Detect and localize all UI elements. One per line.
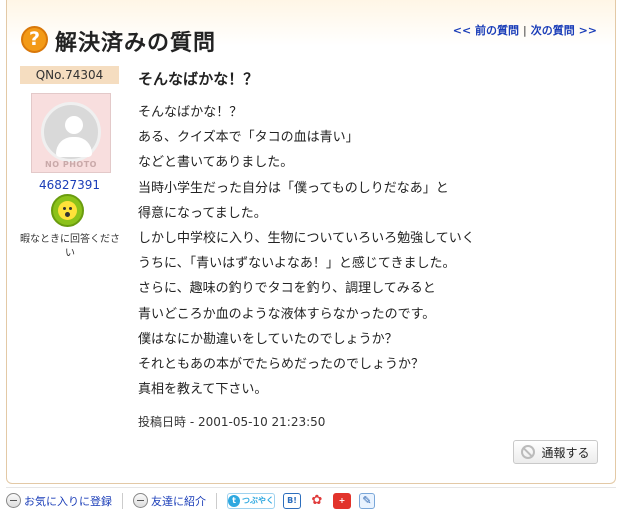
question-icon: ? xyxy=(21,26,48,53)
question-title: そんなばかな！？ xyxy=(138,70,259,88)
google-bookmark-icon[interactable]: + xyxy=(333,492,351,509)
no-entry-icon xyxy=(521,445,536,459)
add-favorite-label: お気に入りに登録 xyxy=(24,494,112,508)
livedoor-clip-icon[interactable]: ✿ xyxy=(309,492,325,509)
twitter-icon[interactable]: t つぶやく xyxy=(227,492,275,509)
report-label: 通報する xyxy=(541,445,590,460)
footer-divider xyxy=(122,492,123,509)
question-line: うちに、「青いはずないよなあ！」と感じてきました。 xyxy=(138,256,456,272)
avatar-label: NO PHOTO xyxy=(45,160,97,169)
question-line: 当時小学生だった自分は「僕ってものしりだなあ」と xyxy=(138,180,449,196)
user-id-link[interactable]: 46827391 xyxy=(20,178,119,192)
pager-separator: | xyxy=(523,24,527,37)
hatena-bookmark-icon[interactable]: B! xyxy=(283,492,301,509)
footer-toolbar: お気に入りに登録 友達に紹介 t つぶやく B! ✿ + ✎ xyxy=(6,487,616,513)
add-favorite-link[interactable]: お気に入りに登録 xyxy=(6,493,112,509)
question-line: ある、クイズ本で「タコの血は青い」 xyxy=(138,130,359,146)
question-body: そんなばかな！？ ある、クイズ本で「タコの血は青い」 などと書いてありました。 … xyxy=(138,100,598,402)
prev-question-link[interactable]: << 前の質問 xyxy=(453,24,519,37)
question-line: などと書いてありました。 xyxy=(138,155,294,171)
share-friend-label: 友達に紹介 xyxy=(151,494,206,508)
question-line: それともあの本がでたらめだったのでしょうか？ xyxy=(138,356,425,372)
minus-circle-icon xyxy=(6,493,21,508)
page-title: 解決済みの質問 xyxy=(55,31,217,56)
question-line: 真相を教えて下さい。 xyxy=(138,382,268,398)
next-question-link[interactable]: 次の質問 >> xyxy=(531,24,597,37)
avatar[interactable]: NO PHOTO xyxy=(31,93,111,173)
question-pager: << 前の質問 | 次の質問 >> xyxy=(453,22,597,38)
question-line: さらに、趣味の釣りでタコを釣り、調理してみると xyxy=(138,281,436,297)
question-line: 僕はなにか勘違いをしていたのでしょうか？ xyxy=(138,331,398,347)
share-friend-link[interactable]: 友達に紹介 xyxy=(133,493,206,509)
report-button[interactable]: 通報する xyxy=(513,440,598,464)
question-line: そんなばかな！？ xyxy=(138,105,243,120)
posted-datetime: 投稿日時 - 2001-05-10 21:23:50 xyxy=(138,415,326,429)
twitter-label: つぶやく xyxy=(242,496,274,505)
question-line: 得意になってました。 xyxy=(138,205,267,221)
question-number: QNo.74304 xyxy=(20,66,119,84)
footer-divider xyxy=(216,492,217,509)
question-line: しかし中学校に入り、生物についていろいろ勉強していく xyxy=(138,230,475,246)
question-line: 青いどころか血のような液体すらなかったのです。 xyxy=(138,306,436,322)
surprised-face-icon xyxy=(51,194,84,227)
pencil-icon[interactable]: ✎ xyxy=(359,492,375,509)
status-text: 暇なときに回答ください xyxy=(20,234,120,259)
avatar-placeholder-icon xyxy=(41,102,101,162)
minus-circle-icon xyxy=(133,493,148,508)
